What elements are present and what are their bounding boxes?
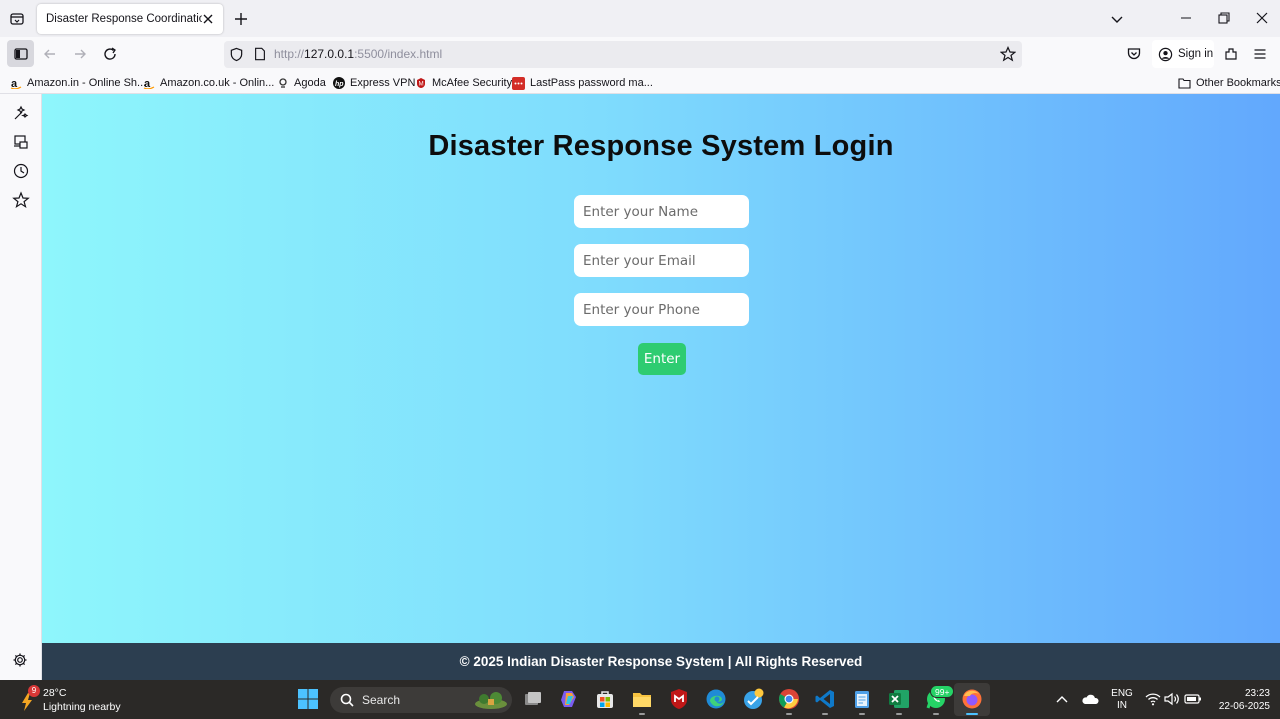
windows-taskbar: 9 28°C Lightning nearby Search 99+ ENG I… xyxy=(0,680,1280,719)
tab-title: Disaster Response Coordination Sys xyxy=(46,13,202,25)
close-window-icon[interactable] xyxy=(1254,10,1270,26)
page-title: Disaster Response System Login xyxy=(428,130,894,162)
navigation-toolbar: http://127.0.0.1:5500/index.html Sign in xyxy=(0,37,1280,71)
running-indicator xyxy=(933,713,939,715)
active-tab[interactable]: Disaster Response Coordination Sys xyxy=(37,4,223,34)
bookmark-amazon-co-uk[interactable]: a Amazon.co.uk - Onlin... xyxy=(143,75,274,91)
search-label: Search xyxy=(362,693,401,707)
clock-date: 22-06-2025 xyxy=(1218,701,1270,712)
svg-text:a: a xyxy=(11,78,18,89)
list-all-tabs-icon[interactable] xyxy=(1109,11,1125,27)
sidebar-toggle-icon[interactable] xyxy=(7,40,34,67)
account-icon xyxy=(1158,47,1173,62)
active-app-indicator xyxy=(966,713,978,715)
microsoft-store-icon[interactable] xyxy=(594,688,616,710)
pocket-icon[interactable] xyxy=(1121,41,1147,67)
agoda-icon xyxy=(277,77,289,89)
history-icon[interactable] xyxy=(12,162,30,180)
back-icon[interactable] xyxy=(37,41,63,67)
sign-in-label: Sign in xyxy=(1178,48,1214,60)
bookmarks-toolbar: a Amazon.in - Online Sh... a Amazon.co.u… xyxy=(0,71,1280,94)
url-text[interactable]: http://127.0.0.1:5500/index.html xyxy=(274,47,442,61)
search-highlight-icon xyxy=(474,690,508,710)
battery-icon[interactable] xyxy=(1184,692,1202,708)
enter-button[interactable]: Enter xyxy=(638,343,686,375)
whatsapp-unread-badge: 99+ xyxy=(930,685,955,698)
wifi-icon[interactable] xyxy=(1145,692,1161,708)
forward-icon[interactable] xyxy=(67,41,93,67)
bookmark-lastpass[interactable]: LastPass password ma... xyxy=(512,75,653,91)
ai-chatbot-icon[interactable] xyxy=(12,104,30,122)
svg-text:hp: hp xyxy=(335,81,344,88)
onedrive-cloud-icon[interactable] xyxy=(1081,692,1099,708)
bookmark-star-icon[interactable] xyxy=(1000,46,1016,62)
sidebar-settings-gear-icon[interactable] xyxy=(12,652,30,670)
weather-app-icon[interactable] xyxy=(742,688,764,710)
search-icon xyxy=(340,693,354,707)
hp-icon: hp xyxy=(333,77,345,89)
folder-icon xyxy=(1178,77,1191,89)
browser-sidebar xyxy=(0,94,42,680)
close-tab-icon[interactable] xyxy=(201,12,215,26)
windows-start-icon[interactable] xyxy=(297,688,319,710)
weather-temperature: 28°C xyxy=(43,687,67,699)
page-viewport: Disaster Response System Login Enter © 2… xyxy=(42,94,1280,680)
name-input[interactable] xyxy=(574,195,749,228)
running-indicator xyxy=(822,713,828,715)
clock-time: 23:23 xyxy=(1244,688,1270,699)
running-indicator xyxy=(859,713,865,715)
notepad-icon[interactable] xyxy=(851,688,873,710)
bookmark-mcafee[interactable]: M McAfee Security xyxy=(415,75,512,91)
extensions-icon[interactable] xyxy=(1218,41,1244,67)
sign-in-button[interactable]: Sign in xyxy=(1152,40,1214,68)
mcafee-icon: M xyxy=(415,77,427,89)
chrome-icon[interactable] xyxy=(778,688,800,710)
bookmark-amazon-in[interactable]: a Amazon.in - Online Sh... xyxy=(10,75,146,91)
running-indicator xyxy=(896,713,902,715)
page-footer: © 2025 Indian Disaster Response System |… xyxy=(42,643,1280,680)
taskbar-search-box[interactable]: Search xyxy=(330,687,512,713)
weather-alert-badge: 9 xyxy=(28,685,40,697)
volume-icon[interactable] xyxy=(1164,692,1180,708)
tab-list-icon[interactable] xyxy=(6,8,28,30)
file-explorer-icon[interactable] xyxy=(631,688,653,710)
svg-text:M: M xyxy=(419,82,424,88)
excel-icon[interactable] xyxy=(888,688,910,710)
lastpass-icon xyxy=(512,76,525,90)
url-bar[interactable]: http://127.0.0.1:5500/index.html xyxy=(224,41,1022,68)
phone-input[interactable] xyxy=(574,293,749,326)
edge-icon[interactable] xyxy=(705,688,727,710)
bookmark-express-vpn[interactable]: hp Express VPN xyxy=(333,75,415,91)
task-view-icon[interactable] xyxy=(522,688,544,710)
svg-text:a: a xyxy=(144,78,151,89)
tab-strip: Disaster Response Coordination Sys xyxy=(0,0,1280,37)
page-info-icon[interactable] xyxy=(253,47,267,61)
language-indicator[interactable]: ENG IN xyxy=(1108,688,1136,712)
email-input[interactable] xyxy=(574,244,749,277)
tracking-protection-shield-icon[interactable] xyxy=(229,47,244,62)
firefox-icon[interactable] xyxy=(961,688,983,710)
minimize-window-icon[interactable] xyxy=(1178,10,1194,26)
footer-text: © 2025 Indian Disaster Response System |… xyxy=(459,654,863,669)
other-bookmarks-folder[interactable]: Other Bookmarks xyxy=(1178,75,1280,91)
restore-window-icon[interactable] xyxy=(1216,10,1232,26)
bookmark-agoda[interactable]: Agoda xyxy=(277,75,326,91)
running-indicator xyxy=(639,713,645,715)
weather-widget[interactable]: 9 28°C Lightning nearby xyxy=(20,685,130,715)
running-indicator xyxy=(786,713,792,715)
bookmarks-star-icon[interactable] xyxy=(12,191,30,209)
new-tab-icon[interactable] xyxy=(232,10,250,28)
vscode-icon[interactable] xyxy=(814,688,836,710)
amazon-icon: a xyxy=(10,77,22,89)
weather-description: Lightning nearby xyxy=(43,701,121,713)
amazon-icon: a xyxy=(143,77,155,89)
mcafee-taskbar-icon[interactable] xyxy=(668,688,690,710)
app-menu-icon[interactable] xyxy=(1247,41,1273,67)
copilot-icon[interactable] xyxy=(558,688,580,710)
synced-tabs-icon[interactable] xyxy=(12,133,30,151)
show-hidden-icons-chevron-icon[interactable] xyxy=(1054,692,1070,708)
reload-icon[interactable] xyxy=(97,41,123,67)
system-clock[interactable]: 23:23 22-06-2025 xyxy=(1208,687,1270,713)
